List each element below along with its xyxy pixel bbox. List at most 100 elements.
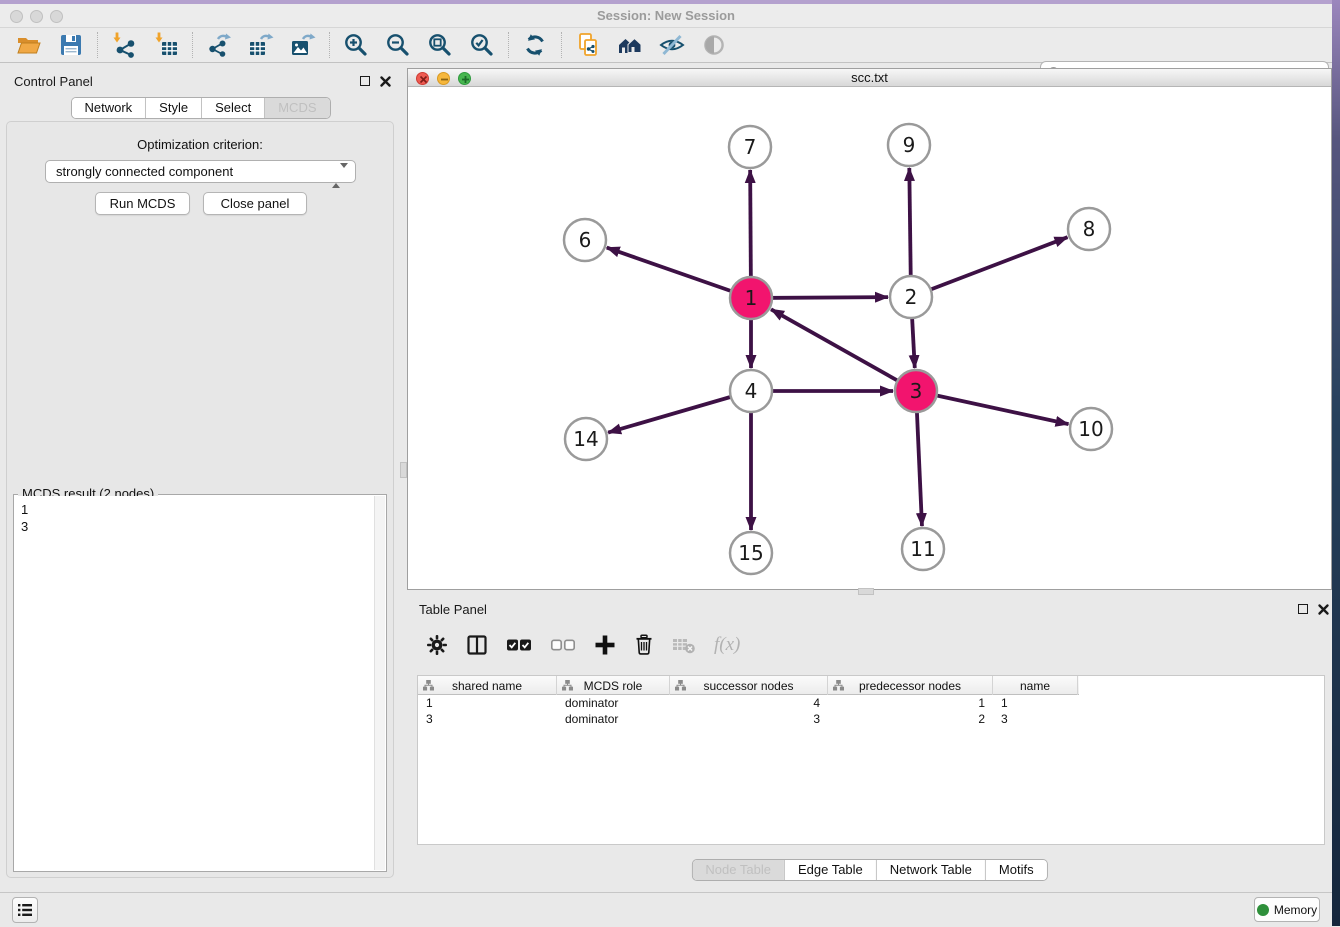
criterion-value: strongly connected component: [56, 164, 233, 179]
tab-motifs[interactable]: Motifs: [985, 860, 1047, 880]
column-header-successor-nodes[interactable]: successor nodes: [670, 676, 828, 695]
memory-label: Memory: [1274, 903, 1317, 917]
horizontal-splitter-handle[interactable]: [858, 588, 874, 595]
graph-node-label: 3: [910, 379, 923, 403]
export-network-icon[interactable]: [206, 32, 232, 58]
tab-node-table[interactable]: Node Table: [692, 860, 784, 880]
mcds-result-line: 1: [21, 501, 367, 518]
clone-network-icon[interactable]: [575, 32, 601, 58]
network-canvas[interactable]: 7968124314101511: [408, 87, 1331, 590]
mcds-result-line: 3: [21, 518, 367, 535]
table-cell[interactable]: 2: [828, 711, 993, 727]
show-all-icon[interactable]: [701, 32, 727, 58]
table-cell[interactable]: 3: [418, 711, 557, 727]
column-header-name[interactable]: name: [993, 676, 1078, 695]
table-row[interactable]: 3dominator323: [418, 711, 1324, 727]
network-frame-title: scc.txt: [408, 69, 1331, 86]
graph-node-label: 8: [1083, 217, 1096, 241]
run-mcds-button[interactable]: Run MCDS: [95, 192, 190, 215]
toolbar-divider: [561, 32, 562, 58]
mcds-result-fieldset: MCDS result (2 nodes) 13: [13, 494, 387, 872]
delete-table-icon[interactable]: [672, 635, 696, 655]
edge-3-1[interactable]: [771, 309, 916, 391]
optimization-criterion-label: Optimization criterion:: [7, 137, 393, 152]
tab-network[interactable]: Network: [71, 98, 145, 118]
app-title: Session: New Session: [0, 4, 1332, 28]
edge-2-8[interactable]: [911, 237, 1068, 297]
close-panel-button[interactable]: Close panel: [203, 192, 307, 215]
close-table-panel-icon[interactable]: [1317, 603, 1330, 616]
delete-column-icon[interactable]: [634, 634, 654, 656]
table-header: shared name MCDS role successor nodesprede…: [418, 676, 1079, 695]
zoom-fit-icon[interactable]: [427, 32, 453, 58]
tab-network-table[interactable]: Network Table: [876, 860, 985, 880]
edge-1-6[interactable]: [607, 248, 751, 298]
edge-3-10[interactable]: [916, 391, 1069, 424]
deselect-all-checkboxes-icon[interactable]: [550, 634, 576, 656]
table-cell[interactable]: 1: [418, 695, 557, 711]
add-column-icon[interactable]: [594, 634, 616, 656]
settings-gear-icon[interactable]: [426, 634, 448, 656]
tab-style[interactable]: Style: [145, 98, 201, 118]
criterion-select[interactable]: strongly connected component: [45, 160, 356, 183]
tab-edge-table[interactable]: Edge Table: [784, 860, 876, 880]
refresh-icon[interactable]: [522, 32, 548, 58]
table-cell[interactable]: 1: [993, 695, 1078, 711]
float-panel-icon[interactable]: [360, 75, 373, 88]
table-cell[interactable]: 3: [993, 711, 1078, 727]
open-session-icon[interactable]: [16, 32, 42, 58]
column-layout-icon[interactable]: [466, 634, 488, 656]
column-header-shared-name[interactable]: shared name: [418, 676, 557, 695]
table-panel-tabs: Node TableEdge TableNetwork TableMotifs: [691, 859, 1047, 881]
hide-selected-icon[interactable]: [659, 32, 685, 58]
tab-mcds[interactable]: MCDS: [264, 98, 329, 118]
column-header-MCDS-role[interactable]: MCDS role: [557, 676, 670, 695]
close-panel-icon[interactable]: [379, 75, 392, 88]
column-header-label: MCDS role: [584, 679, 643, 693]
edge-4-14[interactable]: [608, 391, 751, 433]
save-session-icon[interactable]: [58, 32, 84, 58]
column-header-label: shared name: [452, 679, 522, 693]
toolbar-divider: [329, 32, 330, 58]
table-row[interactable]: 1dominator411: [418, 695, 1324, 711]
first-neighbors-icon[interactable]: [617, 32, 643, 58]
function-builder-icon[interactable]: f(x): [714, 634, 740, 656]
import-table-icon[interactable]: [153, 32, 179, 58]
desktop-background-right: [1332, 0, 1340, 926]
table-cell[interactable]: 1: [828, 695, 993, 711]
export-table-icon[interactable]: [248, 32, 274, 58]
column-header-label: name: [1020, 679, 1050, 693]
zoom-out-icon[interactable]: [385, 32, 411, 58]
task-history-button[interactable]: [12, 897, 38, 923]
graph-node-label: 4: [745, 379, 758, 403]
table-cell[interactable]: 4: [670, 695, 828, 711]
export-image-icon[interactable]: [290, 32, 316, 58]
result-scrollbar[interactable]: [374, 496, 385, 870]
network-frame-titlebar: scc.txt: [408, 69, 1331, 87]
main-toolbar: [0, 28, 1332, 63]
memory-button[interactable]: Memory: [1254, 897, 1320, 922]
select-all-checkboxes-icon[interactable]: [506, 634, 532, 656]
control-panel: Control Panel NetworkStyleSelectMCDS Opt…: [0, 68, 401, 886]
column-header-predecessor-nodes[interactable]: predecessor nodes: [828, 676, 993, 695]
app-titlebar: Session: New Session: [0, 4, 1332, 28]
graph-node-label: 6: [579, 228, 592, 252]
toolbar-divider: [97, 32, 98, 58]
table-cell[interactable]: dominator: [557, 711, 670, 727]
control-panel-tabs: NetworkStyleSelectMCDS: [70, 97, 330, 119]
mcds-result-area[interactable]: 13: [15, 496, 373, 870]
zoom-in-icon[interactable]: [343, 32, 369, 58]
graph-node-label: 7: [744, 135, 757, 159]
float-table-panel-icon[interactable]: [1298, 603, 1311, 616]
zoom-selected-icon[interactable]: [469, 32, 495, 58]
desktop-background-top: [0, 0, 1340, 4]
table-cell[interactable]: 3: [670, 711, 828, 727]
table-panel-title: Table Panel: [419, 602, 487, 617]
table-panel: Table Panel f(x) shared name MCDS role suc…: [407, 596, 1332, 886]
vertical-splitter-handle[interactable]: [400, 462, 407, 478]
tab-select[interactable]: Select: [201, 98, 264, 118]
import-network-icon[interactable]: [111, 32, 137, 58]
table-cell[interactable]: dominator: [557, 695, 670, 711]
graph-node-label: 9: [903, 133, 916, 157]
node-table: shared name MCDS role successor nodesprede…: [417, 675, 1325, 845]
